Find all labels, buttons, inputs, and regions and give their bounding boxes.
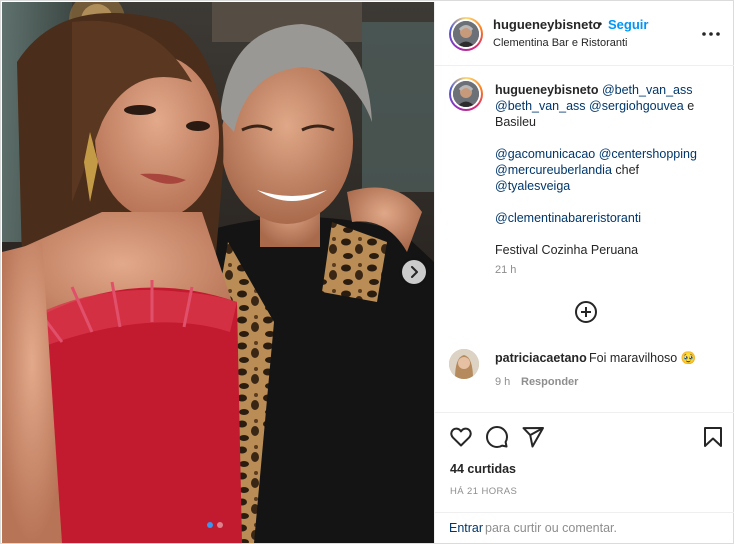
mention-link[interactable]: @sergiohgouvea [589, 99, 684, 113]
bookmark-icon [704, 427, 722, 447]
instagram-post-window: hugueneybisneto • Seguir Clementina Bar … [0, 0, 734, 544]
share-button[interactable] [521, 425, 545, 449]
caption-section: hugueneybisneto @beth_van_ass @beth_van_… [435, 67, 734, 412]
caption-word: Basileu [495, 115, 536, 129]
commenter-avatar-image [449, 349, 479, 379]
mention-link[interactable]: @beth_van_ass [495, 99, 586, 113]
more-options-button[interactable] [700, 24, 722, 44]
load-more-comments-button[interactable] [574, 300, 598, 324]
caption-word: e [687, 99, 695, 113]
next-photo-button[interactable] [402, 260, 426, 284]
carousel-dot [217, 522, 223, 528]
carousel-indicator [207, 522, 223, 528]
commenter-username[interactable]: patriciacaetano [495, 351, 587, 365]
mention-link[interactable]: @clementinabareristoranti [495, 211, 641, 225]
post-location[interactable]: Clementina Bar e Ristoranti [493, 37, 628, 49]
caption-word: Festival Cozinha Peruana [495, 243, 639, 257]
caption-author-avatar[interactable] [449, 77, 483, 111]
share-icon [522, 427, 544, 448]
plus-circle-icon [575, 301, 597, 323]
heart-icon [450, 427, 472, 447]
comment-prompt: Entrar para curtir ou comentar. [435, 512, 734, 543]
mention-link[interactable]: @gacomunicacao [495, 147, 595, 161]
likes-count[interactable]: 44 curtidas [450, 462, 516, 476]
mention-link[interactable]: @centershopping [599, 147, 697, 161]
author-avatar-image [453, 21, 479, 47]
caption-word: chef [615, 163, 640, 177]
commenter-avatar[interactable] [449, 349, 479, 379]
caption-text: hugueneybisneto @beth_van_ass @beth_van_… [495, 82, 725, 258]
comment-icon [486, 426, 508, 448]
post-header: hugueneybisneto • Seguir Clementina Bar … [435, 2, 734, 66]
chevron-right-icon [411, 266, 418, 278]
caption-timestamp[interactable]: 21 h [495, 264, 516, 276]
post-date[interactable]: HÁ 21 HORAS [450, 486, 517, 497]
photo-illustration [2, 2, 434, 543]
login-link[interactable]: Entrar [449, 521, 483, 535]
caption-username[interactable]: hugueneybisneto [495, 83, 598, 97]
mention-link[interactable]: @beth_van_ass [602, 83, 693, 97]
comment-text: Foi maravilhoso 🥹 [589, 351, 697, 365]
action-bar [435, 412, 734, 458]
reply-button[interactable]: Responder [521, 376, 578, 388]
login-prompt-text: para curtir ou comentar. [485, 521, 618, 535]
more-icon [702, 32, 720, 36]
like-button[interactable] [449, 425, 473, 449]
header-separator: • [598, 17, 603, 31]
caption-avatar-image [453, 81, 479, 107]
comment-timestamp[interactable]: 9 h [495, 376, 510, 388]
author-avatar[interactable] [449, 17, 483, 51]
save-button[interactable] [701, 425, 725, 449]
mention-link[interactable]: @tyalesveiga [495, 179, 570, 193]
follow-button[interactable]: Seguir [608, 17, 648, 32]
carousel-dot-active [207, 522, 213, 528]
author-username[interactable]: hugueneybisneto [493, 17, 601, 32]
comment-button[interactable] [485, 425, 509, 449]
post-photo[interactable] [2, 2, 434, 543]
mention-link[interactable]: @mercureuberlandia [495, 163, 612, 177]
post-side-panel: hugueneybisneto • Seguir Clementina Bar … [434, 2, 734, 543]
